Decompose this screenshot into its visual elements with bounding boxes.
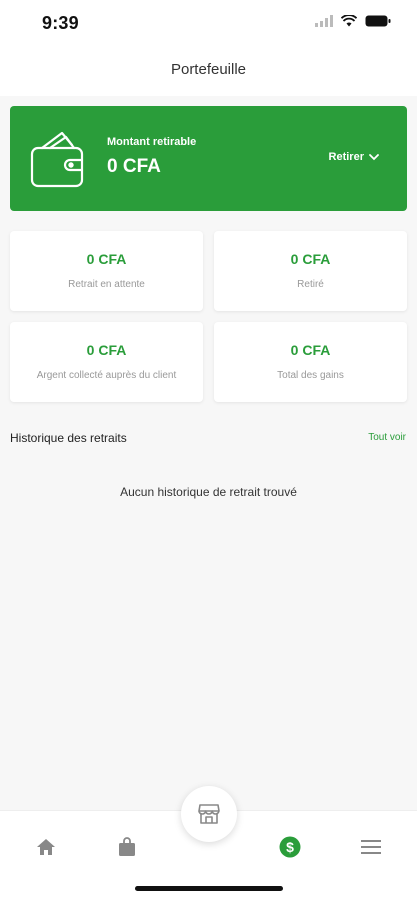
header: Portefeuille bbox=[0, 48, 417, 96]
page-title: Portefeuille bbox=[170, 61, 247, 78]
stat-card-collected-from-customer: 0 CFA Argent collecté auprès du client bbox=[10, 322, 203, 402]
nav-orders[interactable] bbox=[109, 829, 145, 865]
empty-history-message: Aucun historique de retrait trouvé bbox=[120, 485, 297, 499]
battery-icon bbox=[365, 15, 391, 27]
shopping-bag-icon bbox=[119, 837, 135, 856]
history-title: Historique des retraits bbox=[10, 431, 127, 445]
nav-wallet[interactable]: $ bbox=[272, 829, 308, 865]
nav-home[interactable] bbox=[28, 829, 64, 865]
stat-value: 0 CFA bbox=[86, 342, 127, 358]
stat-card-total-earnings: 0 CFA Total des gains bbox=[214, 322, 407, 402]
menu-icon bbox=[361, 840, 381, 854]
stat-label: Retrait en attente bbox=[68, 279, 145, 290]
status-icons bbox=[315, 15, 391, 27]
wallet-screen: 9:39 Portefeuille Montant retirable 0 CF… bbox=[0, 0, 417, 900]
stat-value: 0 CFA bbox=[290, 342, 331, 358]
withdraw-label: Retirer bbox=[328, 151, 364, 163]
nav-menu[interactable] bbox=[353, 829, 389, 865]
stat-card-withdrawn: 0 CFA Retiré bbox=[214, 231, 407, 311]
withdrawable-balance-card: Montant retirable 0 CFA Retirer bbox=[10, 106, 407, 211]
stat-value: 0 CFA bbox=[86, 251, 127, 267]
stat-label: Total des gains bbox=[277, 370, 344, 381]
stat-card-pending-withdrawal: 0 CFA Retrait en attente bbox=[10, 231, 203, 311]
balance-label: Montant retirable bbox=[107, 136, 197, 148]
wallet-icon bbox=[30, 131, 84, 188]
store-icon bbox=[198, 804, 220, 824]
stat-label: Argent collecté auprès du client bbox=[36, 370, 177, 381]
svg-text:$: $ bbox=[286, 839, 294, 855]
dollar-icon: $ bbox=[279, 836, 301, 858]
stat-label: Retiré bbox=[297, 279, 324, 290]
signal-icon bbox=[315, 15, 333, 27]
balance-value: 0 CFA bbox=[107, 156, 161, 177]
home-icon bbox=[37, 839, 55, 855]
store-button[interactable] bbox=[181, 786, 237, 842]
wifi-icon bbox=[341, 15, 357, 27]
status-bar: 9:39 bbox=[0, 0, 417, 48]
withdraw-button[interactable]: Retirer bbox=[329, 151, 379, 163]
home-indicator bbox=[135, 886, 283, 891]
chevron-down-icon bbox=[369, 153, 379, 160]
status-time: 9:39 bbox=[42, 13, 79, 33]
stat-value: 0 CFA bbox=[290, 251, 331, 267]
see-all-link[interactable]: Tout voir bbox=[368, 432, 406, 443]
